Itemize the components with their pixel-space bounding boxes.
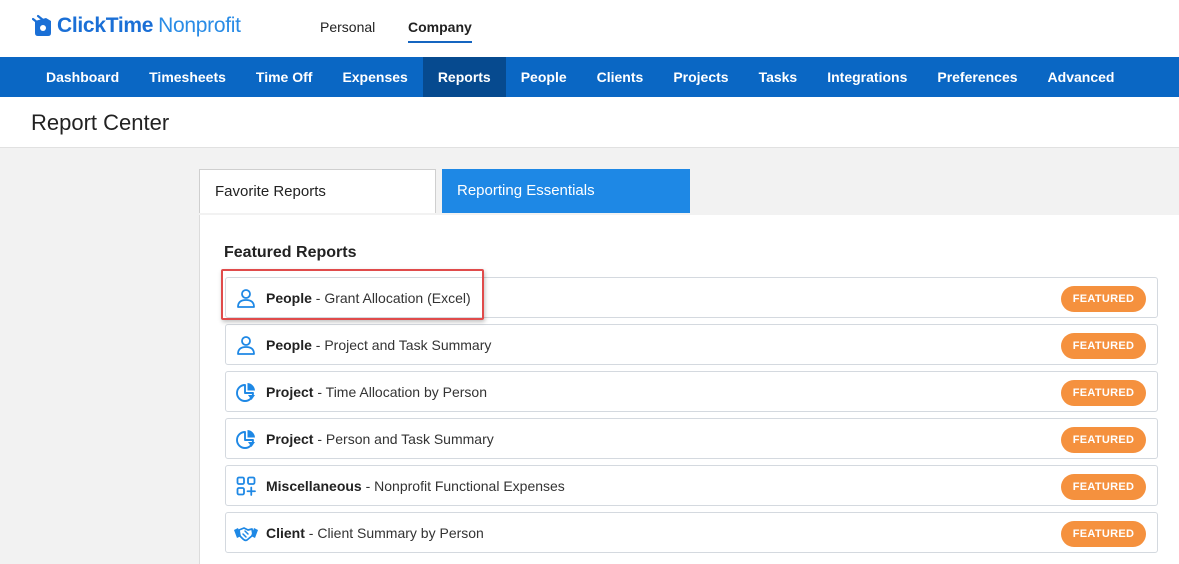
nav-tasks[interactable]: Tasks [744,57,813,97]
report-name: - Client Summary by Person [308,525,484,541]
report-category: Project [266,431,314,447]
report-row-project-person-task-summary[interactable]: Project - Person and Task Summary FEATUR… [225,418,1158,459]
featured-badge: FEATURED [1061,521,1146,547]
scope-tab-company[interactable]: Company [408,19,472,43]
nav-preferences[interactable]: Preferences [922,57,1032,97]
top-bar: ClickTime Nonprofit Personal Company [0,0,1179,57]
clicktime-logo-icon [32,14,51,36]
report-name: - Grant Allocation (Excel) [315,290,471,306]
nav-time-off[interactable]: Time Off [241,57,328,97]
report-category: Project [266,384,314,400]
nav-advanced[interactable]: Advanced [1033,57,1130,97]
report-category: People [266,337,312,353]
nav-reports[interactable]: Reports [422,57,506,97]
pie-chart-icon [236,430,255,449]
report-name: - Project and Task Summary [315,337,492,353]
tab-favorite-reports[interactable]: Favorite Reports [199,169,436,213]
tab-reporting-essentials[interactable]: Reporting Essentials [442,169,690,213]
nav-timesheets[interactable]: Timesheets [134,57,241,97]
clicktime-logo[interactable]: ClickTime Nonprofit [32,14,241,38]
person-icon [237,289,255,308]
nav-clients[interactable]: Clients [582,57,659,97]
reporting-essentials-panel: Featured Reports People - Grant Allocati… [199,215,1179,564]
report-name: - Nonprofit Functional Expenses [365,478,565,494]
nav-people[interactable]: People [506,57,582,97]
brand-subname: Nonprofit [158,14,241,37]
report-row-project-time-allocation[interactable]: Project - Time Allocation by Person FEAT… [225,371,1158,412]
handshake-icon [234,527,258,542]
featured-badge: FEATURED [1061,333,1146,359]
featured-badge: FEATURED [1061,427,1146,453]
nav-dashboard[interactable]: Dashboard [31,57,134,97]
brand-name: ClickTime [57,14,154,37]
apps-add-icon [236,476,256,496]
featured-badge: FEATURED [1061,474,1146,500]
main-nav: Dashboard Timesheets Time Off Expenses R… [0,57,1179,97]
report-name: - Time Allocation by Person [317,384,487,400]
featured-reports-title: Featured Reports [224,244,357,261]
featured-badge: FEATURED [1061,380,1146,406]
report-row-client-summary-by-person[interactable]: Client - Client Summary by Person FEATUR… [225,512,1158,553]
person-icon [237,336,255,355]
pie-chart-icon [236,383,255,402]
report-row-people-project-task-summary[interactable]: People - Project and Task Summary FEATUR… [225,324,1158,365]
scope-tab-personal[interactable]: Personal [320,19,375,41]
report-category: People [266,290,312,306]
report-category: Client [266,525,305,541]
report-row-people-grant-allocation[interactable]: People - Grant Allocation (Excel) FEATUR… [225,277,1158,318]
featured-badge: FEATURED [1061,286,1146,312]
page-header: Report Center [0,97,1179,148]
report-category: Miscellaneous [266,478,362,494]
nav-expenses[interactable]: Expenses [327,57,422,97]
nav-integrations[interactable]: Integrations [812,57,922,97]
report-row-misc-functional-expenses[interactable]: Miscellaneous - Nonprofit Functional Exp… [225,465,1158,506]
nav-projects[interactable]: Projects [658,57,743,97]
report-name: - Person and Task Summary [317,431,494,447]
page-title: Report Center [31,110,170,135]
